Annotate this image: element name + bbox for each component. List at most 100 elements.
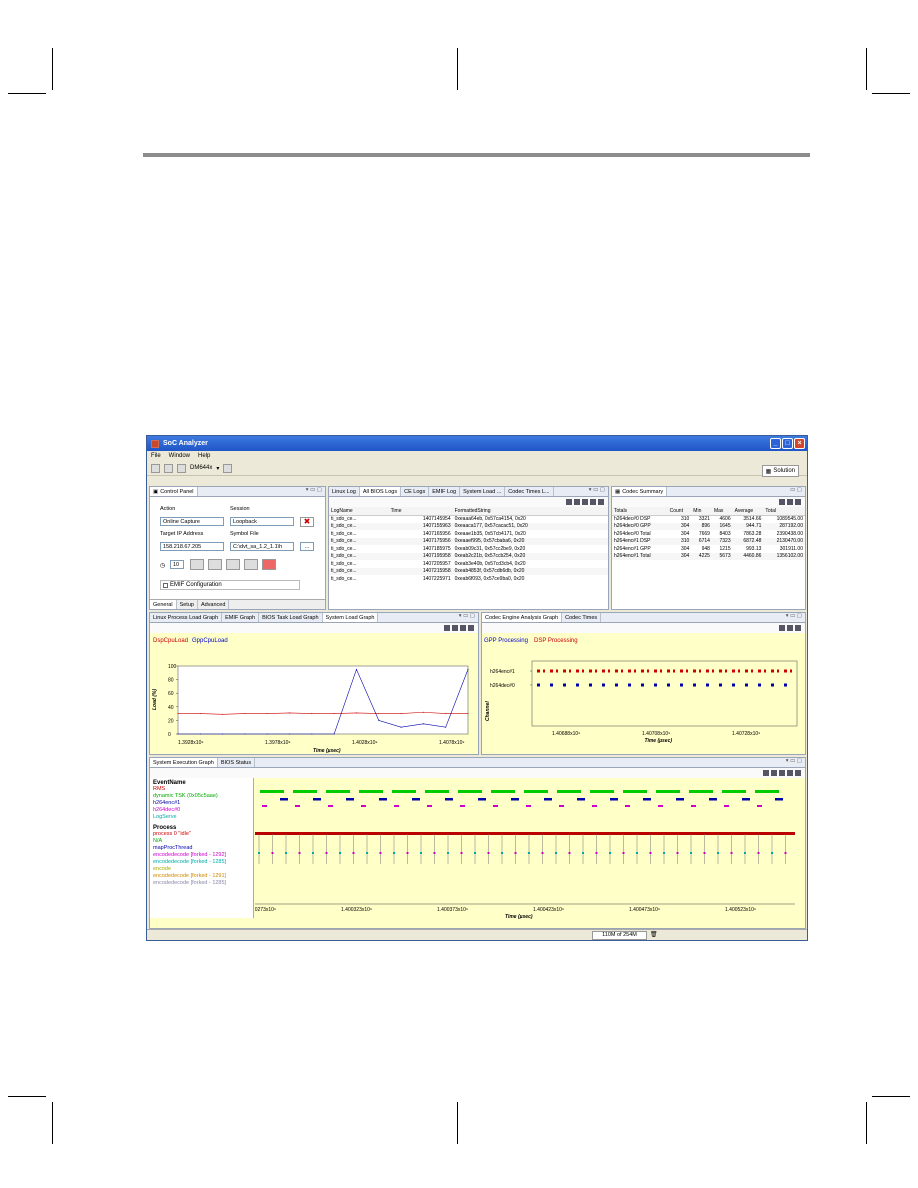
tab-setup[interactable]: Setup — [177, 600, 198, 609]
zoom-in-icon[interactable] — [444, 625, 450, 631]
session-select[interactable]: Loopback — [230, 517, 294, 526]
table-row[interactable]: ti_sdo_ce... 1407195958 0xeab2c21b, 0x57cc… — [329, 552, 608, 560]
tab-codec-engine-analysis-graph[interactable]: Codec Engine Analysis Graph — [482, 613, 563, 622]
browse-button[interactable]: ... — [300, 542, 314, 551]
column-header[interactable]: LogName — [329, 507, 389, 516]
filter-icon[interactable] — [779, 499, 785, 505]
table-row[interactable]: ti_sdo_ce... 1407155963 0xeaaca177, 0x57ca… — [329, 522, 608, 530]
tab-system-execution-graph[interactable]: System Execution Graph — [150, 758, 218, 767]
table-row[interactable]: ti_sdo_ce... 1407175956 0xeaaef995, 0x57cb… — [329, 537, 608, 545]
column-header[interactable]: Average — [732, 507, 764, 516]
bookmark-icon[interactable] — [598, 499, 604, 505]
record-icon[interactable] — [208, 559, 222, 570]
tab-linux-process-load-graph[interactable]: Linux Process Load Graph — [150, 613, 223, 622]
tab-emif-log[interactable]: EMIF Log — [429, 487, 461, 496]
stop-icon[interactable] — [244, 559, 258, 570]
zoom-in-icon[interactable] — [763, 770, 769, 776]
table-row[interactable]: h264enc#1 DSP 310 6714 7323 6872.48 2130470.0… — [612, 537, 805, 545]
table-row[interactable]: ti_sdo_ce... 1407205957 0xeab3e40b, 0x57cd… — [329, 560, 608, 568]
bookmark-icon[interactable] — [795, 770, 801, 776]
column-header[interactable]: FormattedString — [452, 507, 608, 516]
sync-icon[interactable] — [582, 499, 588, 505]
tab-bios-status[interactable]: BIOS Status — [218, 758, 256, 767]
menu-window[interactable]: Window — [169, 453, 190, 459]
tab-codec-times-l-[interactable]: Codec Times L... — [505, 487, 554, 496]
symbol-field[interactable]: C:\dvt_sa_1.2_1.1\h — [230, 542, 294, 551]
table-row[interactable]: h264dec#0 Total 304 7669 8403 7863.28 2390438… — [612, 530, 805, 538]
column-header[interactable]: Min — [691, 507, 712, 516]
tab-system-load-graph[interactable]: System Load Graph — [322, 613, 379, 622]
column-header[interactable]: Totals — [612, 507, 668, 516]
trash-icon[interactable]: 🗑 — [650, 931, 658, 938]
column-header[interactable]: Max — [711, 507, 733, 516]
filter-icon[interactable] — [566, 499, 572, 505]
table-row[interactable]: ti_sdo_ce... 1407145954 0xeaaa64eb, 0x57ca… — [329, 515, 608, 523]
table-row[interactable]: h264enc#1 Total 304 4225 5673 4460.86 1356102… — [612, 552, 805, 560]
counter-field[interactable]: 10 — [170, 560, 184, 569]
reset-icon[interactable] — [262, 559, 276, 570]
crop-mark — [872, 1096, 910, 1097]
tab-emif-graph[interactable]: EMIF Graph — [222, 613, 260, 622]
column-header[interactable]: Count — [667, 507, 692, 516]
data-point — [311, 733, 313, 735]
zoom-out-icon[interactable] — [787, 625, 793, 631]
column-header[interactable]: Time — [388, 507, 453, 516]
view-menu-icon[interactable]: ▭ ▢ — [790, 487, 805, 496]
table-row[interactable]: h264enc#1 GPP 304 948 1215 993.13 301911.00 — [612, 545, 805, 553]
solution-button[interactable]: ▦ Solution — [761, 465, 799, 477]
find-icon[interactable] — [795, 625, 801, 631]
view-menu-icon[interactable]: ▾ ▭ ▢ — [306, 487, 325, 496]
play-icon[interactable] — [226, 559, 240, 570]
ip-field[interactable]: 158.218.67.205 — [160, 542, 224, 551]
view-menu-icon[interactable]: ▾ ▭ ▢ — [589, 487, 608, 496]
column-header[interactable]: Total — [763, 507, 805, 516]
table-icon[interactable] — [787, 499, 793, 505]
table-row[interactable]: h264dec#0 DSP 310 3321 4606 3514.66 1089545.0… — [612, 515, 805, 523]
processing-mark — [576, 683, 579, 687]
title-bar[interactable]: SoC Analyzer _ □ × — [147, 436, 807, 451]
minimize-button[interactable]: _ — [770, 438, 781, 449]
table-icon[interactable] — [574, 499, 580, 505]
tab-ce-logs[interactable]: CE Logs — [401, 487, 430, 496]
save-icon[interactable] — [151, 463, 160, 473]
device-selector[interactable]: DM644x — [190, 465, 212, 471]
view-menu-icon[interactable]: ▾ ▭ ▢ — [786, 613, 805, 622]
step-icon[interactable] — [190, 559, 204, 570]
tab-general[interactable]: General — [150, 600, 177, 609]
tab-all-bios-logs[interactable]: All BIOS Logs — [359, 487, 402, 496]
action-select[interactable]: Online Capture — [160, 517, 224, 526]
print-icon[interactable] — [164, 463, 173, 473]
measure-icon[interactable] — [460, 625, 466, 631]
table-row[interactable]: ti_sdo_ce... 1407165956 0xeaae1b35, 0x57cb… — [329, 530, 608, 538]
view-menu-icon[interactable]: ▾ ▭ ▢ — [459, 613, 478, 622]
table-row[interactable]: h264dec#0 GPP 304 896 1645 944.71 287192.00 — [612, 522, 805, 530]
find-icon[interactable] — [468, 625, 474, 631]
tab-codec-summary[interactable]: ▦ Codec Summary — [612, 487, 668, 496]
table-row[interactable]: ti_sdo_ce... 1407215958 0xeab4853f, 0x57cd… — [329, 567, 608, 575]
close-button[interactable]: × — [794, 438, 805, 449]
view-menu-icon[interactable]: ▾ ▭ ▢ — [786, 758, 805, 767]
task-segment — [544, 798, 552, 801]
menu-help[interactable]: Help — [198, 453, 210, 459]
tab-bios-task-load-graph[interactable]: BIOS Task Load Graph — [259, 613, 323, 622]
find-icon[interactable] — [795, 499, 801, 505]
measure-icon[interactable] — [779, 770, 785, 776]
tab-advanced[interactable]: Advanced — [198, 600, 230, 609]
tab-linux-log[interactable]: Linux Log — [329, 487, 360, 496]
chart-icon[interactable] — [223, 463, 233, 473]
table-row[interactable]: ti_sdo_ce... 1407225971 0xeab6f093, 0x57ce… — [329, 575, 608, 583]
maximize-button[interactable]: □ — [782, 438, 793, 449]
zoom-out-icon[interactable] — [452, 625, 458, 631]
tab-codec-times[interactable]: Codec Times — [562, 613, 602, 622]
menu-file[interactable]: File — [151, 453, 161, 459]
zoom-out-icon[interactable] — [771, 770, 777, 776]
chevron-down-icon[interactable]: ▾ — [216, 465, 219, 472]
delete-session-icon[interactable]: ✖ — [300, 517, 314, 527]
find-icon[interactable] — [787, 770, 793, 776]
tab-control-panel[interactable]: ▣ Control Panel — [150, 487, 198, 496]
find-icon[interactable] — [590, 499, 596, 505]
emif-checkbox[interactable] — [163, 582, 168, 588]
tab-system-load-[interactable]: System Load ... — [460, 487, 506, 496]
table-row[interactable]: ti_sdo_ce... 1407185975 0xeab09c31, 0x57cc… — [329, 545, 608, 553]
zoom-in-icon[interactable] — [779, 625, 785, 631]
